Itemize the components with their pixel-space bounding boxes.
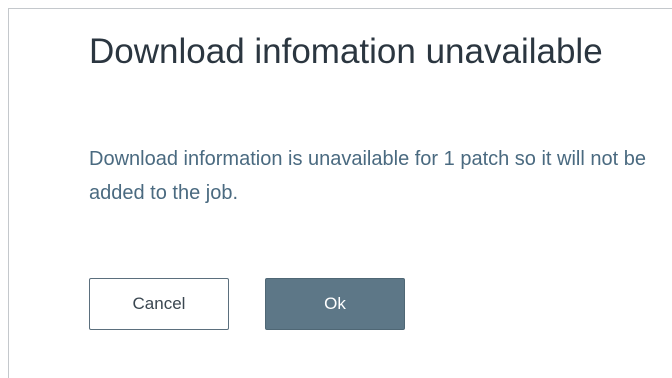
ok-button[interactable]: Ok <box>265 278 405 330</box>
dialog-message: Download information is unavailable for … <box>89 148 646 204</box>
cancel-button[interactable]: Cancel <box>89 278 229 330</box>
download-info-dialog: Download infomation unavailable Download… <box>8 8 672 378</box>
dialog-title: Download infomation unavailable <box>89 32 603 71</box>
